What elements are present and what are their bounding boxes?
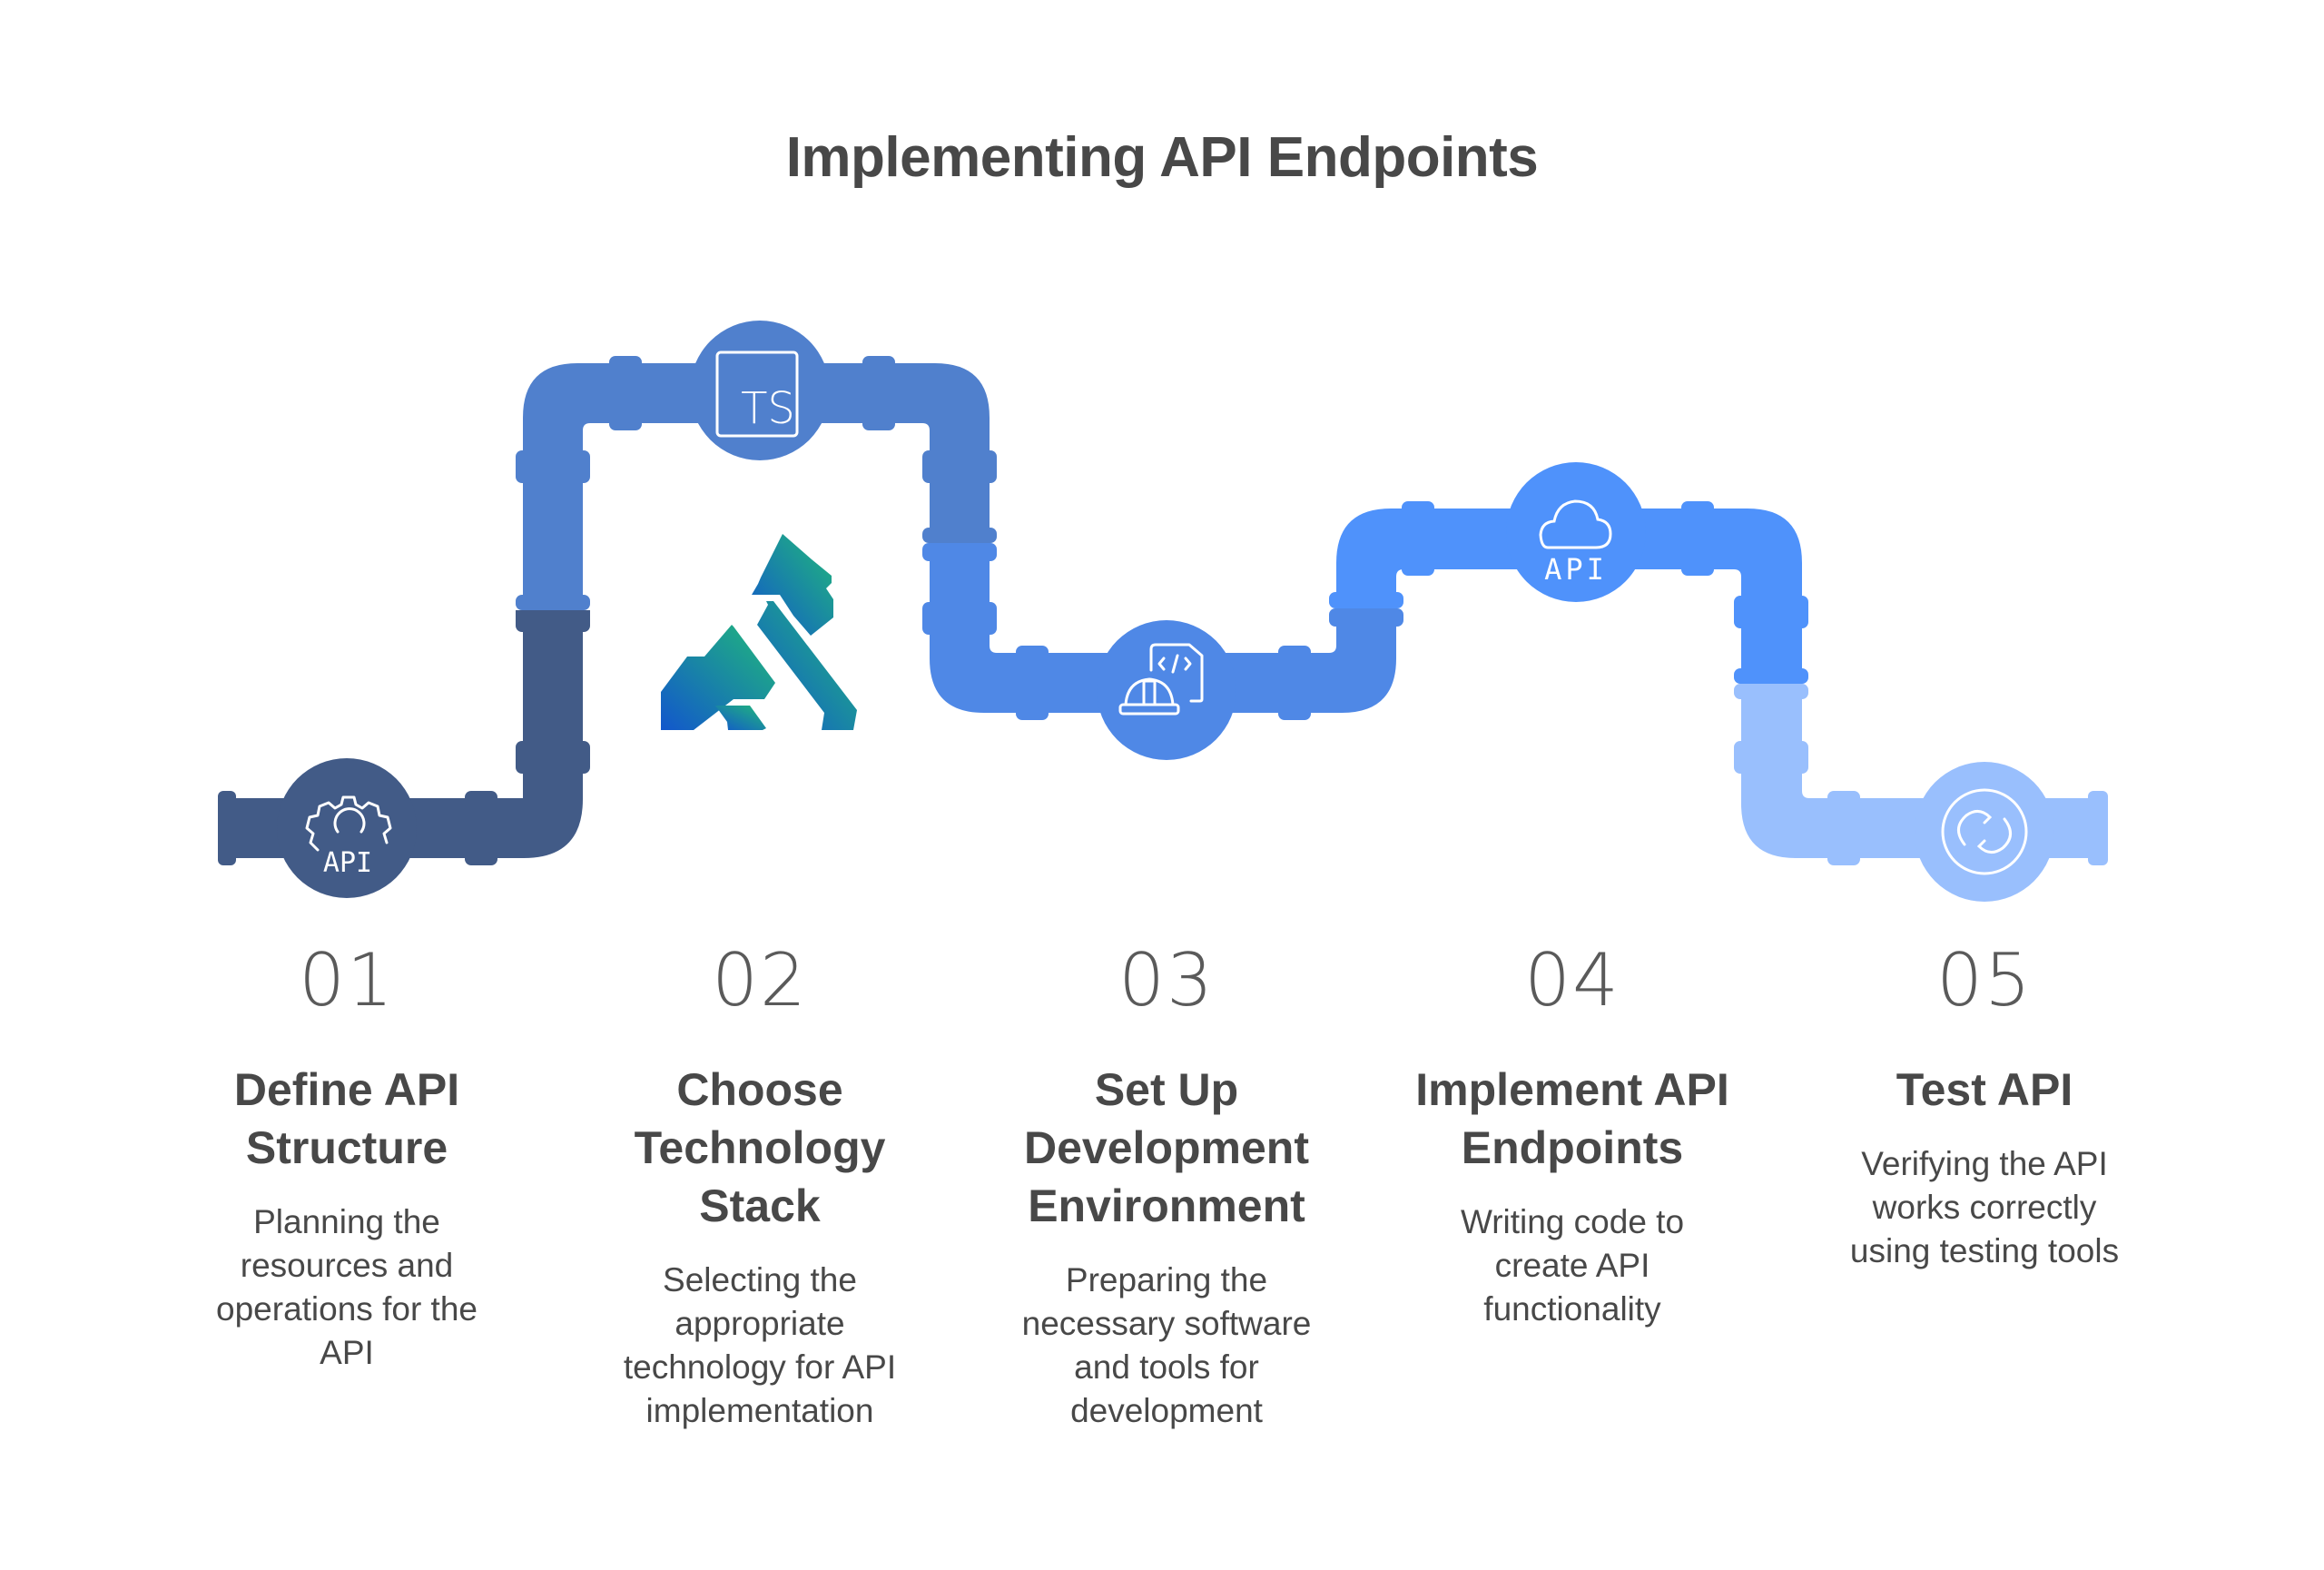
step-node-4: API (1506, 462, 1646, 602)
step-2: 02 Choose Technology Stack Selecting the… (578, 944, 941, 1433)
step-number: 05 (1936, 938, 2033, 1022)
step-number: 03 (1118, 938, 1215, 1022)
step-description: Verifying the API works correctly using … (1803, 1142, 2166, 1273)
typescript-label: TS (741, 383, 795, 434)
step-description-line: Writing code to (1460, 1203, 1685, 1240)
step-description-line: necessary software (1021, 1305, 1312, 1342)
step-description-line: create API (1494, 1247, 1650, 1284)
step-number: 01 (299, 938, 395, 1022)
step-title-line: Development (1024, 1122, 1309, 1173)
step-description: Writing code to create API functionality (1391, 1200, 1754, 1331)
step-3: 03 Set Up Development Environment Prepar… (985, 944, 1348, 1433)
step-title-line: Structure (245, 1122, 448, 1173)
step-node-5 (1915, 762, 2054, 902)
step-description-line: resources and (240, 1247, 454, 1284)
step-4: 04 Implement API Endpoints Writing code … (1391, 944, 1754, 1331)
step-description: Preparing the necessary software and too… (985, 1259, 1348, 1433)
step-description: Planning the resources and operations fo… (165, 1200, 528, 1375)
step-title-line: Stack (699, 1180, 821, 1231)
step-description-line: development (1070, 1392, 1263, 1429)
step-node-3 (1097, 620, 1236, 760)
step-description-line: functionality (1483, 1290, 1661, 1328)
step-node-1: API (277, 758, 417, 898)
gorilla-logo-icon (661, 534, 857, 730)
step-title: Define API Structure (165, 1061, 528, 1177)
step-description-line: Verifying the API (1861, 1145, 2108, 1182)
step-title: Choose Technology Stack (578, 1061, 941, 1235)
gear-api-label: API (323, 847, 372, 879)
cloud-api-label: API (1544, 552, 1608, 587)
step-node-2: TS (690, 321, 830, 460)
step-5: 05 Test API Verifying the API works corr… (1803, 944, 2166, 1273)
step-description-line: using testing tools (1849, 1232, 2120, 1269)
step-description-line: works correctly (1872, 1189, 2097, 1226)
step-1: 01 Define API Structure Planning the res… (165, 944, 528, 1375)
step-description: Selecting the appropriate technology for… (578, 1259, 941, 1433)
step-title: Implement API Endpoints (1391, 1061, 1754, 1177)
step-title-line: Test API (1896, 1064, 2073, 1115)
step-title-line: Technology (634, 1122, 886, 1173)
step-title-line: Endpoints (1461, 1122, 1684, 1173)
step-description-line: API (320, 1334, 374, 1371)
step-title-line: Define API (233, 1064, 460, 1115)
step-number: 02 (712, 938, 808, 1022)
step-description-line: Planning the (253, 1203, 440, 1240)
step-description-line: Preparing the (1065, 1261, 1268, 1298)
step-title: Set Up Development Environment (985, 1061, 1348, 1235)
step-description-line: technology for API (623, 1348, 897, 1386)
step-description-line: and tools for (1074, 1348, 1259, 1386)
step-description-line: Selecting the (663, 1261, 857, 1298)
step-description-line: operations for the (216, 1290, 478, 1328)
step-title-line: Implement API (1415, 1064, 1729, 1115)
step-title-line: Choose (676, 1064, 843, 1115)
step-description-line: appropriate (675, 1305, 845, 1342)
step-title-line: Set Up (1094, 1064, 1239, 1115)
step-title-line: Environment (1028, 1180, 1305, 1231)
step-title: Test API (1803, 1061, 2166, 1119)
step-number: 04 (1524, 938, 1620, 1022)
step-description-line: implementation (645, 1392, 874, 1429)
